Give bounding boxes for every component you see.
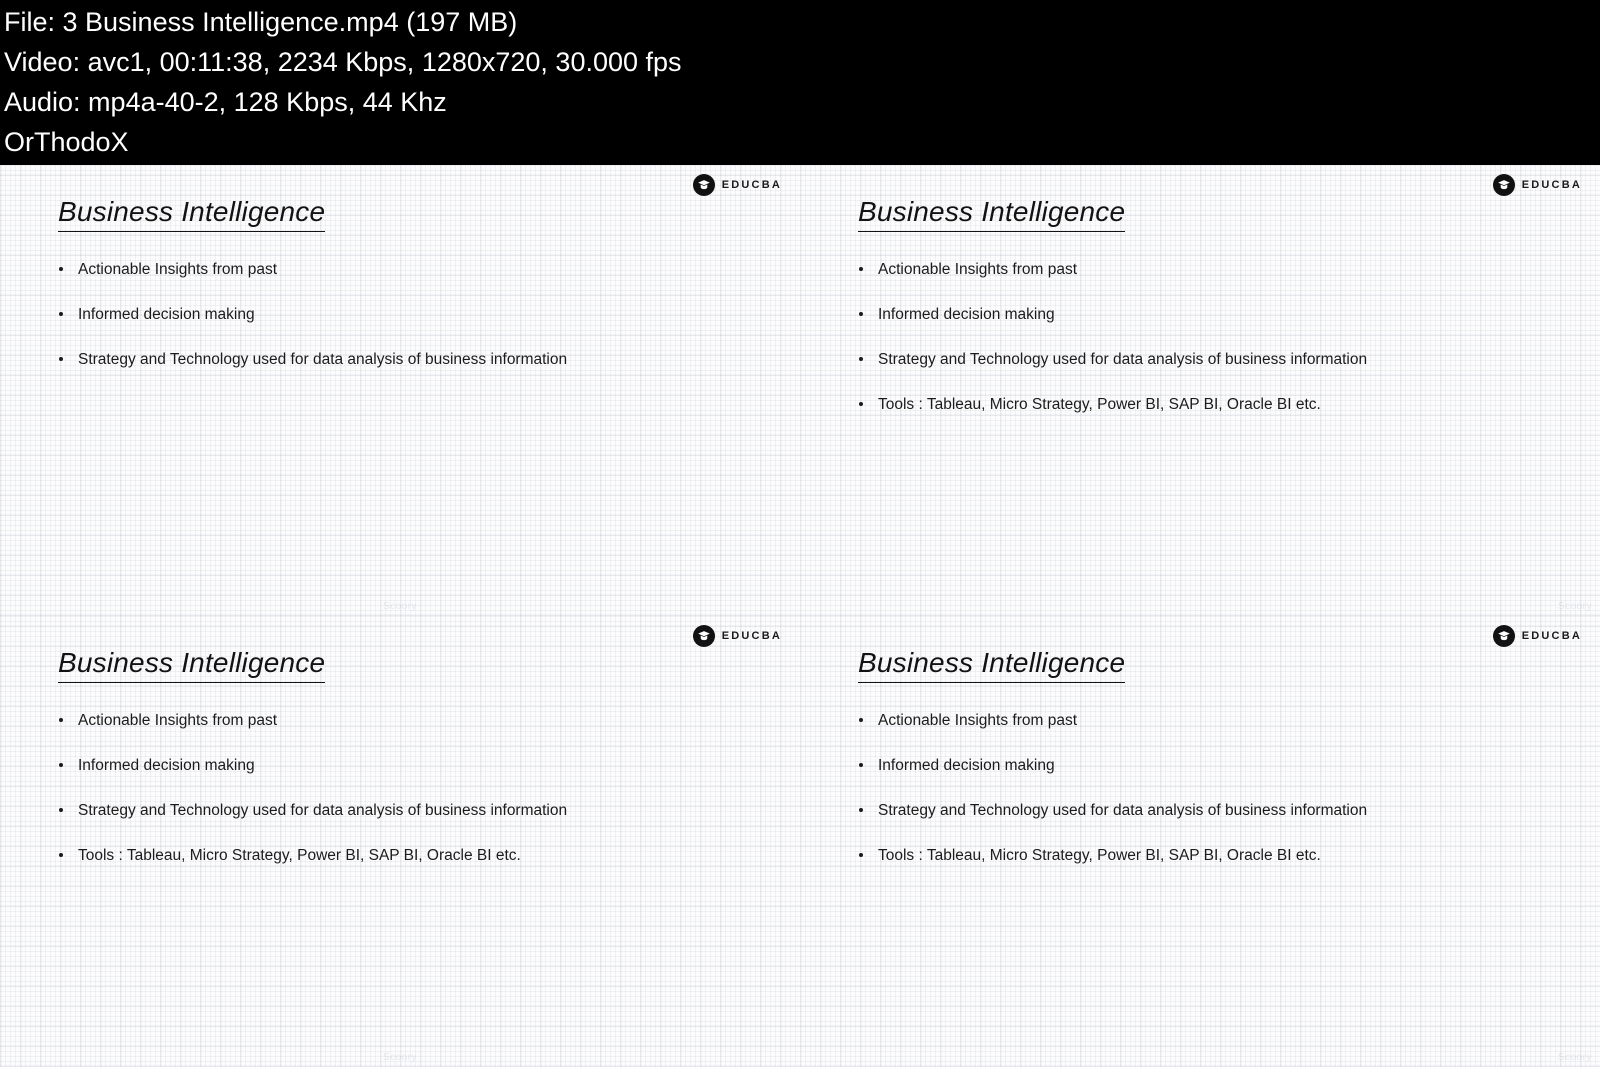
slide-title: Business Intelligence	[858, 196, 1126, 232]
educba-brand-text: EDUCBA	[721, 179, 782, 191]
slide-thumbnail[interactable]: EDUCBA Business Intelligence Actionable …	[0, 616, 800, 1067]
bullet-dot-icon	[859, 402, 863, 406]
slide-bullet-item: Tools : Tableau, Micro Strategy, Power B…	[56, 846, 770, 865]
media-info-video-line: Video: avc1, 00:11:38, 2234 Kbps, 1280x7…	[4, 47, 682, 77]
slide-watermark: Scoory	[1557, 601, 1592, 612]
slide-bullet-item: Strategy and Technology used for data an…	[56, 350, 770, 369]
bullet-dot-icon	[59, 357, 63, 361]
slide-bullet-text: Strategy and Technology used for data an…	[878, 802, 1368, 819]
educba-brand: EDUCBA	[1492, 625, 1582, 647]
slide-bullet-item: Actionable Insights from past	[56, 260, 770, 279]
educba-brand: EDUCBA	[692, 625, 782, 647]
slide-bullet-item: Informed decision making	[856, 305, 1570, 324]
educba-brand-text: EDUCBA	[1521, 179, 1582, 191]
graduation-cap-icon	[1492, 174, 1515, 196]
slide-bullet-list: Actionable Insights from past Informed d…	[856, 260, 1570, 440]
slide-bullet-list: Actionable Insights from past Informed d…	[856, 711, 1570, 891]
slide-bullet-item: Strategy and Technology used for data an…	[856, 350, 1570, 369]
slide-bullet-text: Informed decision making	[878, 757, 1055, 774]
media-info-audio-line: Audio: mp4a-40-2, 128 Kbps, 44 Khz	[4, 87, 447, 117]
media-info-band: File: 3 Business Intelligence.mp4 (197 M…	[0, 0, 1600, 165]
slide-bullet-item: Tools : Tableau, Micro Strategy, Power B…	[856, 395, 1570, 414]
slide-thumbnail[interactable]: EDUCBA Business Intelligence Actionable …	[0, 165, 800, 616]
graduation-cap-icon	[692, 174, 715, 196]
graduation-cap-icon	[1492, 625, 1515, 647]
educba-brand-text: EDUCBA	[1521, 630, 1582, 642]
bullet-dot-icon	[59, 763, 63, 767]
slide-bullet-item: Informed decision making	[56, 756, 770, 775]
slide-bullet-item: Actionable Insights from past	[856, 711, 1570, 730]
slide-bullet-text: Actionable Insights from past	[78, 261, 278, 278]
slide-watermark: Scoory	[1557, 1052, 1592, 1063]
slide-bullet-item: Informed decision making	[856, 756, 1570, 775]
slide-bullet-item: Tools : Tableau, Micro Strategy, Power B…	[856, 846, 1570, 865]
bullet-dot-icon	[59, 808, 63, 812]
bullet-dot-icon	[59, 312, 63, 316]
educba-brand-text: EDUCBA	[721, 630, 782, 642]
bullet-dot-icon	[859, 718, 863, 722]
slide-watermark: Scoory	[382, 601, 418, 612]
slide-bullet-text: Actionable Insights from past	[78, 712, 278, 729]
bullet-dot-icon	[859, 853, 863, 857]
slide-thumbnail[interactable]: EDUCBA Business Intelligence Actionable …	[800, 616, 1600, 1067]
media-info-file-line: File: 3 Business Intelligence.mp4 (197 M…	[4, 7, 518, 37]
slide-bullet-item: Strategy and Technology used for data an…	[856, 801, 1570, 820]
slide-bullet-text: Tools : Tableau, Micro Strategy, Power B…	[878, 396, 1321, 413]
bullet-dot-icon	[59, 718, 63, 722]
slide-bullet-item: Actionable Insights from past	[56, 711, 770, 730]
slide-bullet-text: Actionable Insights from past	[878, 261, 1078, 278]
slide-bullet-text: Strategy and Technology used for data an…	[78, 351, 568, 368]
slide-bullet-text: Actionable Insights from past	[878, 712, 1078, 729]
slide-bullet-text: Informed decision making	[878, 306, 1055, 323]
bullet-dot-icon	[859, 808, 863, 812]
bullet-dot-icon	[859, 763, 863, 767]
graduation-cap-icon	[692, 625, 715, 647]
bullet-dot-icon	[59, 267, 63, 271]
bullet-dot-icon	[859, 312, 863, 316]
slide-thumbnail-grid: EDUCBA Business Intelligence Actionable …	[0, 165, 1600, 1068]
media-info-release-line: OrThodoX	[4, 127, 129, 157]
educba-brand: EDUCBA	[1492, 174, 1582, 196]
slide-bullet-text: Tools : Tableau, Micro Strategy, Power B…	[78, 847, 521, 864]
slide-title: Business Intelligence	[858, 647, 1126, 683]
slide-bullet-text: Informed decision making	[78, 757, 255, 774]
slide-bullet-list: Actionable Insights from past Informed d…	[56, 260, 770, 395]
bullet-dot-icon	[859, 357, 863, 361]
bullet-dot-icon	[59, 853, 63, 857]
slide-bullet-item: Informed decision making	[56, 305, 770, 324]
educba-brand: EDUCBA	[692, 174, 782, 196]
slide-bullet-text: Tools : Tableau, Micro Strategy, Power B…	[878, 847, 1321, 864]
bullet-dot-icon	[859, 267, 863, 271]
slide-thumbnail[interactable]: EDUCBA Business Intelligence Actionable …	[800, 165, 1600, 616]
slide-title: Business Intelligence	[58, 196, 326, 232]
slide-bullet-item: Strategy and Technology used for data an…	[56, 801, 770, 820]
slide-watermark: Scoory	[382, 1052, 418, 1063]
slide-bullet-list: Actionable Insights from past Informed d…	[56, 711, 770, 891]
slide-bullet-text: Strategy and Technology used for data an…	[878, 351, 1368, 368]
slide-bullet-item: Actionable Insights from past	[856, 260, 1570, 279]
slide-bullet-text: Strategy and Technology used for data an…	[78, 802, 568, 819]
slide-title: Business Intelligence	[58, 647, 326, 683]
slide-bullet-text: Informed decision making	[78, 306, 255, 323]
